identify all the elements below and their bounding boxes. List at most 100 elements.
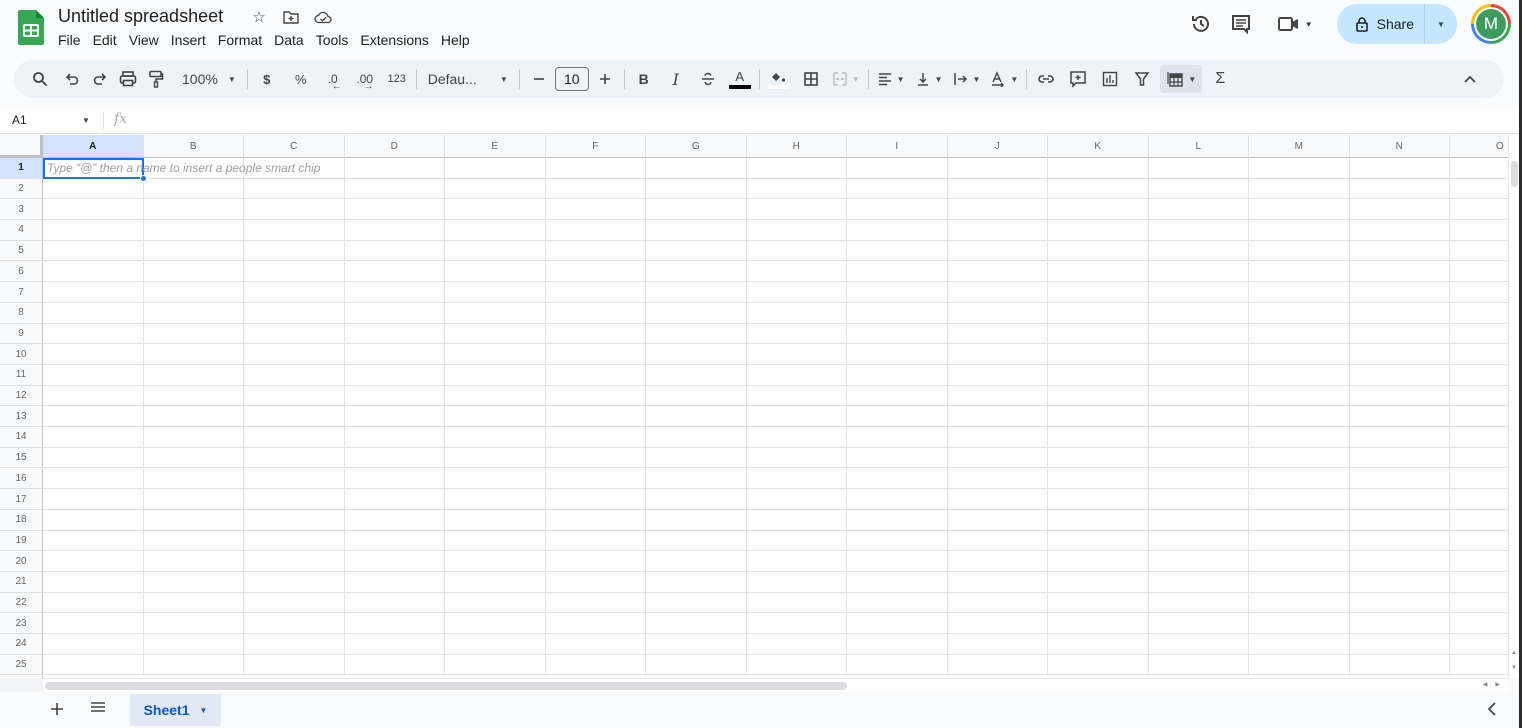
cell-h23[interactable] bbox=[746, 613, 847, 635]
cell-f7[interactable] bbox=[545, 282, 646, 303]
cell-e2[interactable] bbox=[445, 178, 546, 200]
cell-n14[interactable] bbox=[1349, 427, 1450, 448]
cell-d12[interactable] bbox=[344, 385, 445, 407]
cloud-saved-icon[interactable] bbox=[312, 6, 334, 28]
cell-b5[interactable] bbox=[143, 240, 244, 262]
cell-h1[interactable] bbox=[746, 158, 847, 179]
vertical-scrollbar[interactable]: ▲ ▼ bbox=[1508, 135, 1519, 678]
cell-c3[interactable] bbox=[244, 199, 345, 221]
cell-l10[interactable] bbox=[1148, 344, 1249, 365]
cell-c22[interactable] bbox=[244, 592, 345, 614]
cell-j8[interactable] bbox=[947, 302, 1048, 324]
cell-n5[interactable] bbox=[1349, 240, 1450, 262]
cell-c13[interactable] bbox=[244, 406, 345, 428]
cell-d6[interactable] bbox=[344, 261, 445, 283]
more-formats-button[interactable]: 123 bbox=[383, 65, 411, 93]
cell-i9[interactable] bbox=[847, 323, 948, 345]
cell-h6[interactable] bbox=[746, 261, 847, 283]
cell-d4[interactable] bbox=[344, 220, 445, 241]
cell-g20[interactable] bbox=[646, 551, 747, 572]
cell-e15[interactable] bbox=[445, 447, 546, 469]
cell-o11[interactable] bbox=[1450, 365, 1508, 386]
column-header-n[interactable]: N bbox=[1349, 135, 1450, 158]
vertical-align-button[interactable]: ▼ bbox=[912, 65, 946, 93]
italic-button[interactable]: I bbox=[662, 65, 690, 93]
chevron-down-icon[interactable]: ▼ bbox=[82, 116, 90, 125]
cell-g15[interactable] bbox=[646, 447, 747, 469]
undo-button[interactable] bbox=[58, 65, 86, 93]
cell-f17[interactable] bbox=[545, 489, 646, 510]
row-header-24[interactable]: 24 bbox=[0, 634, 43, 655]
font-size-input[interactable]: 10 bbox=[554, 67, 589, 91]
cell-e25[interactable] bbox=[445, 654, 546, 676]
cell-m12[interactable] bbox=[1249, 385, 1350, 407]
cell-d18[interactable] bbox=[344, 509, 445, 531]
row-header-6[interactable]: 6 bbox=[0, 261, 43, 283]
column-header-i[interactable]: I bbox=[847, 135, 948, 158]
cell-b13[interactable] bbox=[143, 406, 244, 428]
cell-b12[interactable] bbox=[143, 385, 244, 407]
cell-h9[interactable] bbox=[746, 323, 847, 345]
cell-e24[interactable] bbox=[445, 634, 546, 655]
text-wrapping-button[interactable]: ▼ bbox=[950, 65, 984, 93]
cell-j23[interactable] bbox=[947, 613, 1048, 635]
cell-k19[interactable] bbox=[1048, 530, 1149, 552]
cell-e20[interactable] bbox=[445, 551, 546, 572]
cell-a8[interactable] bbox=[43, 302, 144, 324]
cell-g23[interactable] bbox=[646, 613, 747, 635]
cell-n11[interactable] bbox=[1349, 365, 1450, 386]
cell-b11[interactable] bbox=[143, 365, 244, 386]
horizontal-align-button[interactable]: ▼ bbox=[874, 65, 908, 93]
cell-a21[interactable] bbox=[43, 572, 144, 593]
cell-m1[interactable] bbox=[1249, 158, 1350, 179]
cell-b15[interactable] bbox=[143, 447, 244, 469]
cell-m19[interactable] bbox=[1249, 530, 1350, 552]
cell-j15[interactable] bbox=[947, 447, 1048, 469]
cell-m4[interactable] bbox=[1249, 220, 1350, 241]
cell-k23[interactable] bbox=[1048, 613, 1149, 635]
row-header-17[interactable]: 17 bbox=[0, 489, 43, 510]
cell-l4[interactable] bbox=[1148, 220, 1249, 241]
cell-a17[interactable] bbox=[43, 489, 144, 510]
row-header-3[interactable]: 3 bbox=[0, 199, 43, 221]
font-family-select[interactable]: Defau... ▼ bbox=[422, 65, 514, 93]
cell-f14[interactable] bbox=[545, 427, 646, 448]
cell-f19[interactable] bbox=[545, 530, 646, 552]
cell-d14[interactable] bbox=[344, 427, 445, 448]
cell-k1[interactable] bbox=[1048, 158, 1149, 179]
menu-format[interactable]: Format bbox=[212, 30, 268, 50]
cell-l20[interactable] bbox=[1148, 551, 1249, 572]
cell-h10[interactable] bbox=[746, 344, 847, 365]
column-header-d[interactable]: D bbox=[344, 135, 445, 158]
vertical-scroll-thumb[interactable] bbox=[1511, 161, 1518, 187]
cell-e10[interactable] bbox=[445, 344, 546, 365]
cell-d22[interactable] bbox=[344, 592, 445, 614]
cell-c18[interactable] bbox=[244, 509, 345, 531]
row-header-19[interactable]: 19 bbox=[0, 530, 43, 552]
cell-j18[interactable] bbox=[947, 509, 1048, 531]
cell-a3[interactable] bbox=[43, 199, 144, 221]
cell-f25[interactable] bbox=[545, 654, 646, 676]
cell-n8[interactable] bbox=[1349, 302, 1450, 324]
cell-i8[interactable] bbox=[847, 302, 948, 324]
row-header-12[interactable]: 12 bbox=[0, 385, 43, 407]
cell-o10[interactable] bbox=[1450, 344, 1508, 365]
menu-edit[interactable]: Edit bbox=[87, 30, 123, 50]
cell-e16[interactable] bbox=[445, 468, 546, 490]
borders-button[interactable] bbox=[797, 65, 825, 93]
cell-g13[interactable] bbox=[646, 406, 747, 428]
cell-e12[interactable] bbox=[445, 385, 546, 407]
cell-m9[interactable] bbox=[1249, 323, 1350, 345]
cell-k17[interactable] bbox=[1048, 489, 1149, 510]
cell-o16[interactable] bbox=[1450, 469, 1508, 490]
cell-j2[interactable] bbox=[947, 178, 1048, 200]
name-box[interactable]: A1 bbox=[12, 113, 27, 127]
add-sheet-button[interactable] bbox=[50, 700, 64, 721]
cell-h24[interactable] bbox=[746, 634, 847, 655]
cell-d2[interactable] bbox=[344, 178, 445, 200]
cell-i12[interactable] bbox=[847, 385, 948, 407]
cell-h21[interactable] bbox=[746, 572, 847, 593]
cell-m11[interactable] bbox=[1249, 365, 1350, 386]
hide-menus-button[interactable] bbox=[1456, 65, 1484, 93]
cell-d13[interactable] bbox=[344, 406, 445, 428]
